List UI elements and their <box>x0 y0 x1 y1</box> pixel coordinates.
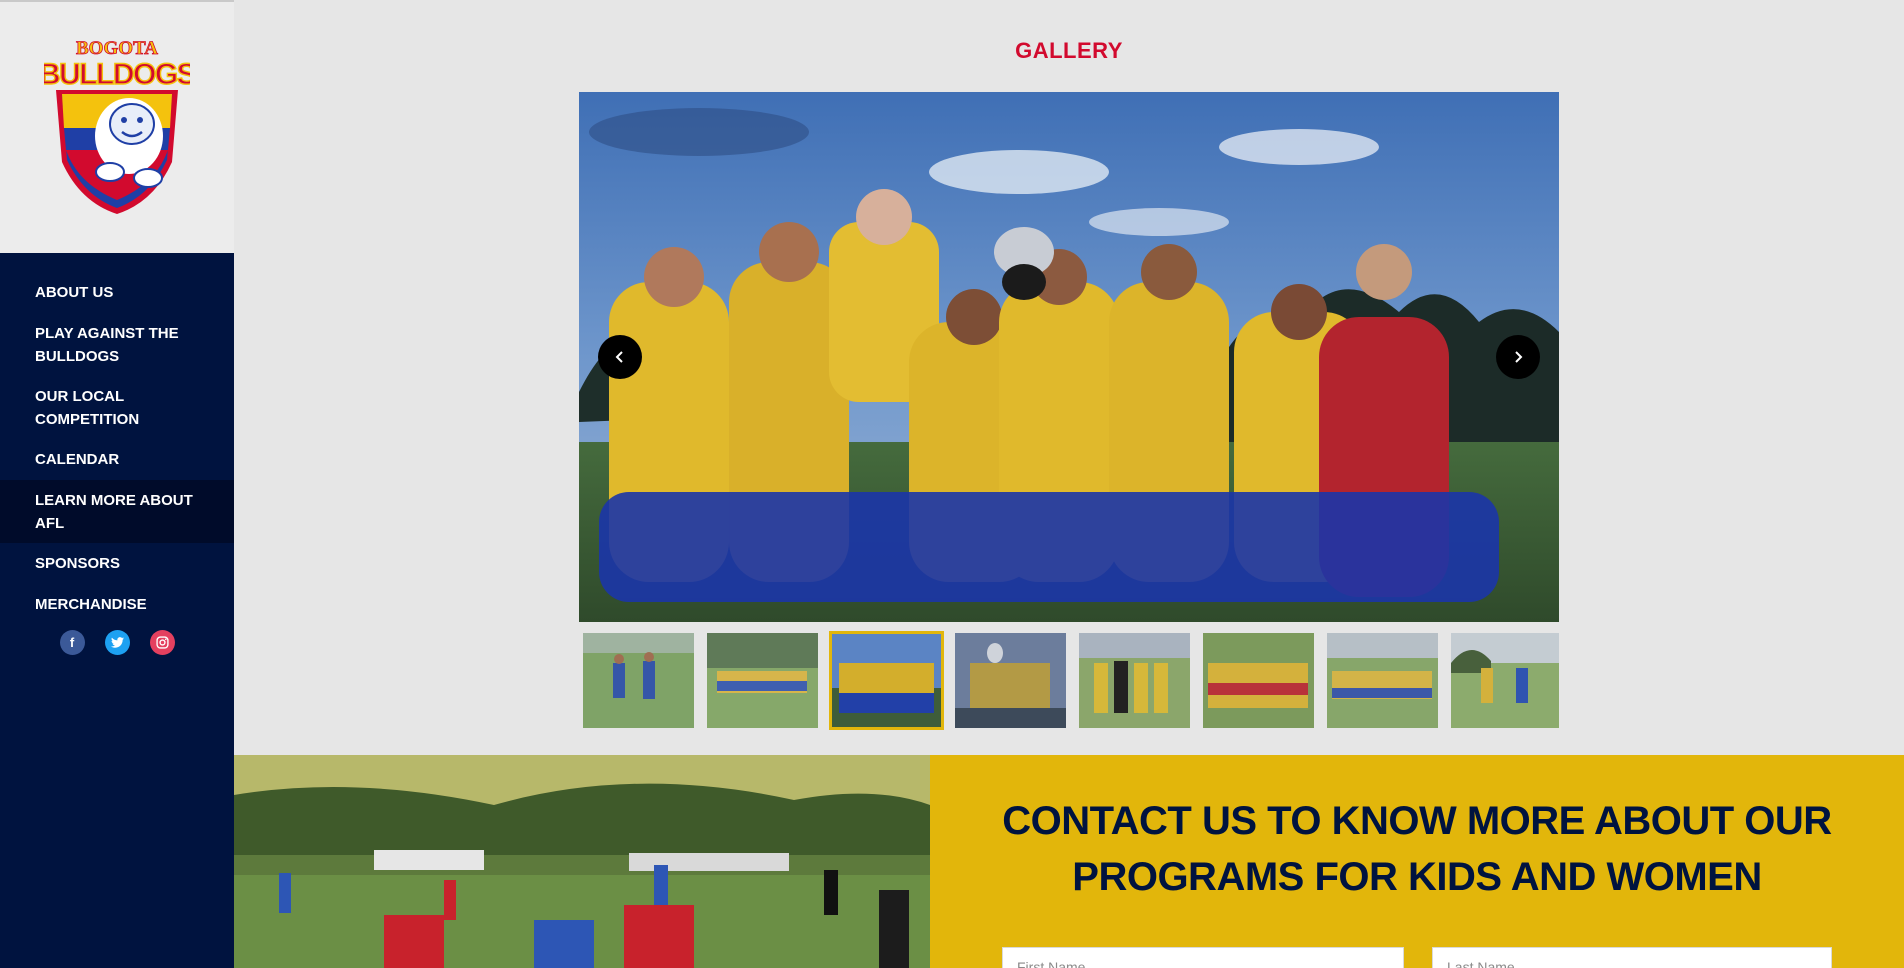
twitter-bird-icon <box>110 637 124 648</box>
nav-item-learn-about-afl[interactable]: LEARN MORE ABOUT AFL <box>0 480 234 543</box>
instagram-camera-icon <box>155 636 169 649</box>
match-action-photo <box>234 755 930 968</box>
gallery-title: GALLERY <box>1015 38 1123 63</box>
facebook-icon[interactable]: f <box>59 630 85 655</box>
gallery-thumbnail[interactable] <box>707 633 818 728</box>
thumbnail-image <box>583 633 694 728</box>
last-name-field[interactable] <box>1432 947 1832 968</box>
gallery-thumbnails <box>579 630 1559 730</box>
match-photo-image <box>234 755 930 968</box>
gallery-thumbnail[interactable] <box>955 633 1066 728</box>
logo-area: BOGOTA BULLDOGS <box>0 0 234 253</box>
nav-item-local-competition[interactable]: OUR LOCAL COMPETITION <box>0 385 234 431</box>
twitter-icon[interactable] <box>104 630 130 655</box>
nav-item-about-us[interactable]: ABOUT US <box>0 281 133 304</box>
gallery-thumbnail[interactable] <box>1451 633 1559 728</box>
bogota-bulldogs-logo[interactable]: BOGOTA BULLDOGS <box>44 32 190 222</box>
nav-item-merchandise[interactable]: MERCHANDISE <box>0 593 167 616</box>
thumbnail-image <box>707 633 818 728</box>
gallery-next-button[interactable] <box>1496 335 1540 379</box>
first-name-field[interactable] <box>1002 947 1404 968</box>
thumbnail-image <box>831 633 942 728</box>
contact-section: CONTACT US TO KNOW MORE ABOUT OUR PROGRA… <box>930 755 1904 968</box>
thumbnail-image <box>1203 633 1314 728</box>
gallery-thumbnail[interactable] <box>583 633 694 728</box>
chevron-right-icon <box>1515 351 1523 363</box>
nav-item-calendar[interactable]: CALENDAR <box>0 448 139 471</box>
gallery-thumbnail[interactable] <box>1327 633 1438 728</box>
gallery-prev-button[interactable] <box>598 335 642 379</box>
team-trophy-photo <box>579 92 1559 622</box>
gallery-thumbnail[interactable] <box>1079 633 1190 728</box>
thumbnail-image <box>955 633 1066 728</box>
gallery-thumbnail-selected[interactable] <box>829 631 944 730</box>
svg-text:BOGOTA: BOGOTA <box>76 38 158 59</box>
nav-item-sponsors[interactable]: SPONSORS <box>0 552 140 575</box>
gallery-main-image[interactable] <box>579 92 1559 622</box>
main-nav: ABOUT US PLAY AGAINST THE BULLDOGS OUR L… <box>0 272 234 625</box>
social-links: f <box>0 630 234 655</box>
contact-heading: CONTACT US TO KNOW MORE ABOUT OUR PROGRA… <box>1002 799 1832 899</box>
chevron-left-icon <box>615 351 623 363</box>
nav-item-play-against-bulldogs[interactable]: PLAY AGAINST THE BULLDOGS <box>0 322 234 368</box>
sidebar: BOGOTA BULLDOGS ABOUT US PLAY AGAINST TH… <box>0 0 234 968</box>
gallery-thumbnail[interactable] <box>1203 633 1314 728</box>
thumbnail-image <box>1079 633 1190 728</box>
svg-text:BULLDOGS: BULLDOGS <box>44 58 190 91</box>
instagram-icon[interactable] <box>149 630 175 655</box>
thumbnail-image <box>1451 633 1559 728</box>
thumbnail-image <box>1327 633 1438 728</box>
